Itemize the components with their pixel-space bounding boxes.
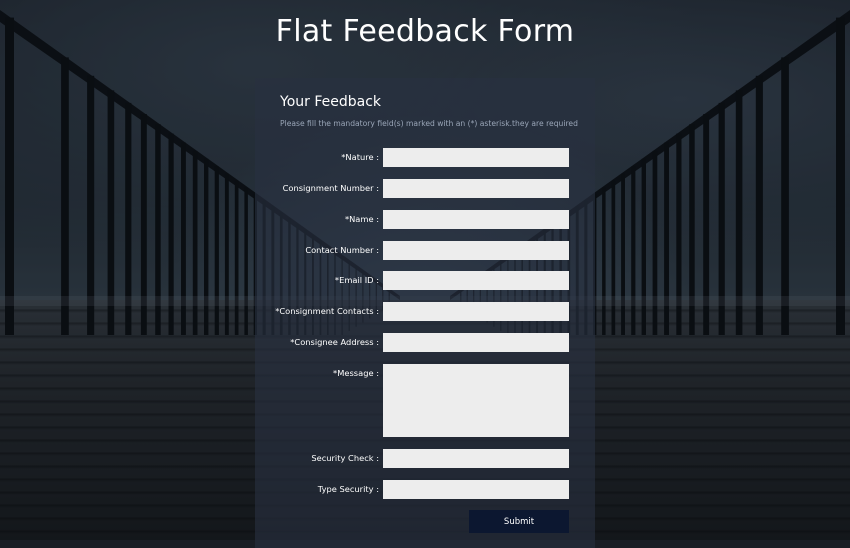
security-check-input[interactable] [383, 449, 569, 468]
name-input[interactable] [383, 210, 569, 229]
submit-button[interactable]: Submit [469, 510, 569, 533]
message-textarea[interactable] [383, 364, 569, 437]
consignee-address-label: *Consignee Address : [290, 337, 379, 347]
security-check-label: Security Check : [311, 453, 379, 463]
feedback-form-panel: Your Feedback Please fill the mandatory … [255, 78, 595, 548]
nature-label: *Nature : [341, 152, 379, 162]
message-label: *Message : [333, 368, 379, 378]
contact-number-label: Contact Number : [305, 245, 379, 255]
page-title: Flat Feedback Form [275, 14, 575, 49]
consignee-address-input[interactable] [383, 333, 569, 352]
nature-input[interactable] [383, 148, 569, 167]
email-input[interactable] [383, 271, 569, 290]
contact-number-input[interactable] [383, 241, 569, 260]
type-security-input[interactable] [383, 480, 569, 499]
name-label: *Name : [344, 214, 379, 224]
consignment-number-label: Consignment Number : [282, 183, 379, 193]
mandatory-note: Please fill the mandatory field(s) marke… [280, 119, 578, 128]
type-security-label: Type Security : [317, 484, 379, 494]
consignment-number-input[interactable] [383, 179, 569, 198]
email-label: *Email ID : [334, 275, 379, 285]
form-heading: Your Feedback [280, 94, 382, 110]
consignment-contacts-input[interactable] [383, 302, 569, 321]
consignment-contacts-label: *Consignment Contacts : [275, 306, 379, 316]
